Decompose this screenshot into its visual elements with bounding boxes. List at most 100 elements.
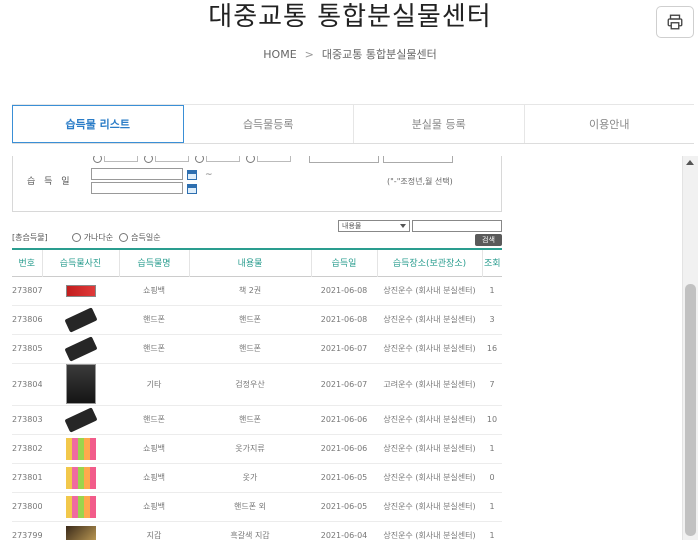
row-date: 2021-06-06 [311, 405, 377, 435]
row-place: 상진운수 (회사내 분실센터) [377, 305, 482, 335]
row-views: 1 [482, 521, 502, 540]
row-place: 상진운수 (회사내 분실센터) [377, 463, 482, 493]
row-item-name: 핸드폰 [119, 334, 189, 364]
table-row[interactable]: 273802 쇼핑백 옷가지류 2021-06-06 상진운수 (회사내 분실센터) 1 [12, 434, 502, 464]
col-number: 번호 [12, 249, 43, 276]
row-photo [42, 363, 119, 406]
table-row[interactable]: 273806 핸드폰 핸드폰 2021-06-08 상진운수 (회사내 분실센터) 3 [12, 305, 502, 335]
print-button[interactable] [656, 6, 694, 38]
content-area: 습 득 일 ~ ("-"조정년,월 선택) [총습득물] 가나다순 습득일순 내… [0, 156, 682, 540]
category-radio-4[interactable] [246, 156, 291, 163]
row-place: 상진운수 (회사내 분실센터) [377, 521, 482, 540]
date-to-input[interactable] [91, 182, 183, 194]
row-place: 상진운수 (회사내 분실센터) [377, 434, 482, 464]
tab-found-list[interactable]: 습득물 리스트 [12, 105, 184, 143]
sort-date-option[interactable]: 습득일순 [119, 232, 161, 243]
table-row[interactable]: 273803 핸드폰 핸드폰 2021-06-06 상진운수 (회사내 분실센터) 10 [12, 405, 502, 435]
row-place: 상진운수 (회사내 분실센터) [377, 492, 482, 522]
table-row[interactable]: 273800 쇼핑백 핸드폰 외 2021-06-05 상진운수 (회사내 분실센터) 1 [12, 492, 502, 522]
breadcrumb-current[interactable]: 대중교통 통합분실물센터 [322, 48, 437, 61]
sort-row: [총습득물] 가나다순 습득일순 [12, 230, 502, 244]
row-item-name: 핸드폰 [119, 305, 189, 335]
row-date: 2021-06-05 [311, 463, 377, 493]
table-row[interactable]: 273799 지갑 흑갈색 지갑 2021-06-04 상진운수 (회사내 분실센터) 1 [12, 521, 502, 540]
tab-bar: 습득물 리스트 습득물등록 분실물 등록 이용안내 [12, 104, 694, 144]
row-item-name: 지갑 [119, 521, 189, 540]
row-number: 273804 [12, 363, 42, 406]
row-photo [42, 463, 119, 493]
item-photo[interactable] [63, 306, 98, 333]
item-photo[interactable] [65, 525, 96, 540]
row-views: 1 [482, 434, 502, 464]
col-item-name: 습득물명 [119, 249, 190, 276]
row-number: 273799 [12, 521, 42, 540]
category-radio-2[interactable] [144, 156, 189, 163]
col-content: 내용물 [189, 249, 312, 276]
found-items-table: 번호 습득물사진 습득물명 내용물 습득일 습득장소(보관장소) 조회 2738… [12, 248, 502, 540]
item-photo[interactable] [65, 495, 96, 518]
row-date: 2021-06-06 [311, 434, 377, 464]
item-photo[interactable] [65, 466, 96, 489]
row-content: 책 2권 [189, 276, 311, 306]
row-number: 273802 [12, 434, 42, 464]
breadcrumb-home[interactable]: HOME [263, 48, 296, 61]
row-date: 2021-06-05 [311, 492, 377, 522]
category-radios [93, 156, 291, 163]
item-photo[interactable] [65, 284, 96, 297]
item-photo[interactable] [63, 335, 98, 362]
table-row[interactable]: 273805 핸드폰 핸드폰 2021-06-07 상진운수 (회사내 분실센터) 16 [12, 334, 502, 364]
row-photo [42, 276, 119, 306]
filter-select-2[interactable] [383, 156, 453, 163]
search-input[interactable] [412, 220, 502, 232]
row-place: 고려운수 (회사내 분실센터) [377, 363, 482, 406]
row-date: 2021-06-08 [311, 276, 377, 306]
date-hint: ("-"조정년,월 선택) [387, 177, 453, 186]
date-from-input[interactable] [91, 168, 183, 180]
row-number: 273803 [12, 405, 42, 435]
tab-guide[interactable]: 이용안내 [525, 105, 695, 143]
item-photo[interactable] [65, 437, 96, 460]
row-number: 273806 [12, 305, 42, 335]
filter-box: 습 득 일 ~ ("-"조정년,월 선택) [12, 156, 502, 212]
filter-select-1[interactable] [309, 156, 379, 163]
row-item-name: 쇼핑백 [119, 434, 189, 464]
row-date: 2021-06-04 [311, 521, 377, 540]
row-content: 옷가 [189, 463, 311, 493]
calendar-icon[interactable] [187, 170, 197, 180]
scroll-thumb[interactable] [685, 284, 696, 536]
sort-alpha-option[interactable]: 가나다순 [71, 232, 113, 243]
row-place: 상진운수 (회사내 분실센터) [377, 334, 482, 364]
col-place: 습득장소(보관장소) [377, 249, 483, 276]
row-views: 16 [482, 334, 502, 364]
row-item-name: 기타 [119, 363, 189, 406]
row-place: 상진운수 (회사내 분실센터) [377, 276, 482, 306]
calendar-icon[interactable] [187, 184, 197, 194]
item-photo[interactable] [65, 364, 96, 404]
breadcrumb-separator: > [304, 48, 314, 61]
table-row[interactable]: 273804 기타 검정우산 2021-06-07 고려운수 (회사내 분실센터) 7 [12, 363, 502, 406]
filter-selects [309, 156, 453, 163]
row-photo [42, 405, 119, 435]
table-row[interactable]: 273807 쇼핑백 책 2권 2021-06-08 상진운수 (회사내 분실센터) 1 [12, 276, 502, 306]
row-views: 0 [482, 463, 502, 493]
table-row[interactable]: 273801 쇼핑백 옷가 2021-06-05 상진운수 (회사내 분실센터) 0 [12, 463, 502, 493]
item-photo[interactable] [63, 406, 98, 433]
category-radio-1[interactable] [93, 156, 138, 163]
scrollbar[interactable] [682, 156, 698, 540]
row-photo [42, 434, 119, 464]
search-field-select[interactable]: 내용물 [338, 220, 410, 232]
row-views: 1 [482, 276, 502, 306]
search-button[interactable]: 검색 [475, 234, 502, 246]
row-content: 핸드폰 [189, 405, 311, 435]
row-views: 7 [482, 363, 502, 406]
scroll-up-arrow[interactable] [686, 160, 694, 165]
row-number: 273807 [12, 276, 42, 306]
row-content: 핸드폰 [189, 334, 311, 364]
tab-lost-register[interactable]: 분실물 등록 [354, 105, 525, 143]
category-radio-3[interactable] [195, 156, 240, 163]
row-date: 2021-06-07 [311, 363, 377, 406]
total-label: [총습득물] [12, 232, 48, 242]
tab-found-register[interactable]: 습득물등록 [184, 105, 354, 143]
row-content: 핸드폰 [189, 305, 311, 335]
page-title: 대중교통 통합분실물센터 [208, 2, 492, 32]
